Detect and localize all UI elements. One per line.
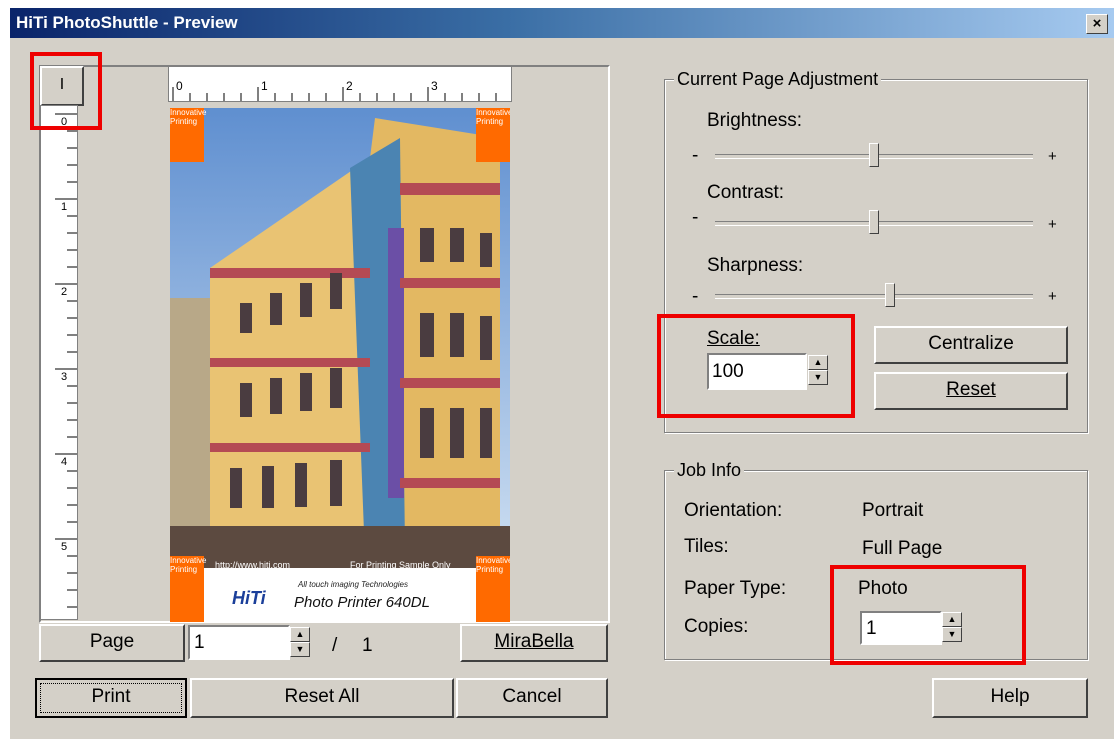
- paper-type-label: Paper Type:: [684, 578, 787, 599]
- corner-tag-tl: Innovative Printing: [170, 108, 206, 162]
- page-total: 1: [362, 635, 373, 656]
- highlight-ruler-corner: [30, 52, 102, 130]
- h-tick-1: 1: [261, 79, 268, 93]
- horizontal-ruler: 0 1 2 3: [168, 66, 512, 102]
- centralize-label: Centralize: [928, 333, 1014, 354]
- page-spin-up-icon[interactable]: ▲: [290, 627, 310, 642]
- window-title: HiTi PhotoShuttle - Preview: [16, 13, 238, 32]
- job-info-group-title: Job Info: [674, 460, 745, 481]
- page-separator: /: [332, 635, 338, 656]
- h-tick-3: 3: [431, 79, 438, 93]
- cancel-label: Cancel: [502, 686, 562, 707]
- print-button[interactable]: Print: [35, 678, 187, 718]
- v-tick-5: 5: [61, 541, 68, 553]
- sharpness-minus: -: [692, 286, 699, 307]
- building-photo: [170, 108, 510, 622]
- contrast-slider[interactable]: [869, 210, 879, 234]
- highlight-copies: [830, 565, 1026, 665]
- h-tick-2: 2: [346, 79, 353, 93]
- contrast-minus: -: [692, 207, 699, 228]
- h-tick-0: 0: [176, 79, 183, 93]
- brightness-slider[interactable]: [869, 143, 879, 167]
- copies-label: Copies:: [684, 616, 749, 637]
- mirabella-button[interactable]: MiraBella: [460, 624, 608, 662]
- cancel-button[interactable]: Cancel: [456, 678, 608, 718]
- brightness-plus: +: [1048, 148, 1057, 165]
- reset-label: Reset: [946, 379, 996, 400]
- orientation-label: Orientation:: [684, 500, 783, 521]
- vertical-ruler: 0 1 2 3 4 5: [40, 105, 78, 620]
- adjustment-group-title: Current Page Adjustment: [674, 69, 882, 90]
- corner-tag-br: Innovative Printing: [476, 556, 510, 622]
- contrast-label: Contrast:: [707, 182, 785, 203]
- watermark-sample: For Printing Sample Only: [350, 560, 451, 570]
- orientation-value: Portrait: [862, 500, 924, 521]
- brand-logo: HiTi: [232, 588, 266, 608]
- preview-window: HiTi PhotoShuttle - Preview × I I 0 1 2 …: [10, 8, 1114, 739]
- brand-tagline: All touch imaging Technologies: [298, 580, 408, 589]
- printer-name: Photo Printer 640DL: [294, 594, 430, 611]
- help-button[interactable]: Help: [932, 678, 1088, 718]
- reset-button[interactable]: Reset: [874, 372, 1068, 410]
- brightness-minus: -: [692, 145, 699, 166]
- help-label: Help: [990, 686, 1030, 707]
- v-tick-2: 2: [61, 286, 68, 298]
- horizontal-ruler-ticks: [172, 87, 497, 101]
- reset-all-button[interactable]: Reset All: [190, 678, 454, 718]
- close-button[interactable]: ×: [1086, 14, 1108, 34]
- tiles-value: Full Page: [862, 538, 943, 559]
- sharpness-track[interactable]: [715, 294, 1033, 299]
- reset-all-label: Reset All: [284, 686, 360, 707]
- v-tick-3: 3: [61, 371, 68, 383]
- centralize-button[interactable]: Centralize: [874, 326, 1068, 364]
- page-input-value: 1: [194, 632, 205, 653]
- photo-preview[interactable]: Innovative Printing Innovative Printing …: [170, 108, 510, 622]
- print-label: Print: [91, 686, 131, 707]
- v-tick-4: 4: [61, 456, 68, 468]
- page-label-button: Page: [39, 624, 185, 662]
- title-bar: HiTi PhotoShuttle - Preview ×: [10, 8, 1114, 38]
- page-label: Page: [89, 631, 135, 652]
- page-spin-down-icon[interactable]: ▼: [290, 642, 310, 657]
- highlight-scale: [657, 314, 855, 418]
- sharpness-slider[interactable]: [884, 283, 895, 307]
- page-input[interactable]: 1: [188, 625, 290, 660]
- tiles-label: Tiles:: [684, 536, 729, 557]
- mirabella-label: MiraBella: [494, 631, 574, 652]
- v-tick-1: 1: [61, 201, 68, 213]
- contrast-plus: +: [1048, 216, 1057, 233]
- sharpness-label: Sharpness:: [707, 255, 804, 276]
- corner-tag-tr: Innovative Printing: [476, 108, 510, 162]
- sharpness-plus: +: [1048, 288, 1057, 305]
- page-spinner[interactable]: ▲ ▼: [290, 627, 310, 657]
- corner-tag-bl: Innovative Printing: [170, 556, 206, 622]
- vertical-ruler-ticks: [55, 113, 77, 608]
- brightness-label: Brightness:: [707, 110, 803, 131]
- watermark-url: http://www.hiti.com: [215, 560, 291, 570]
